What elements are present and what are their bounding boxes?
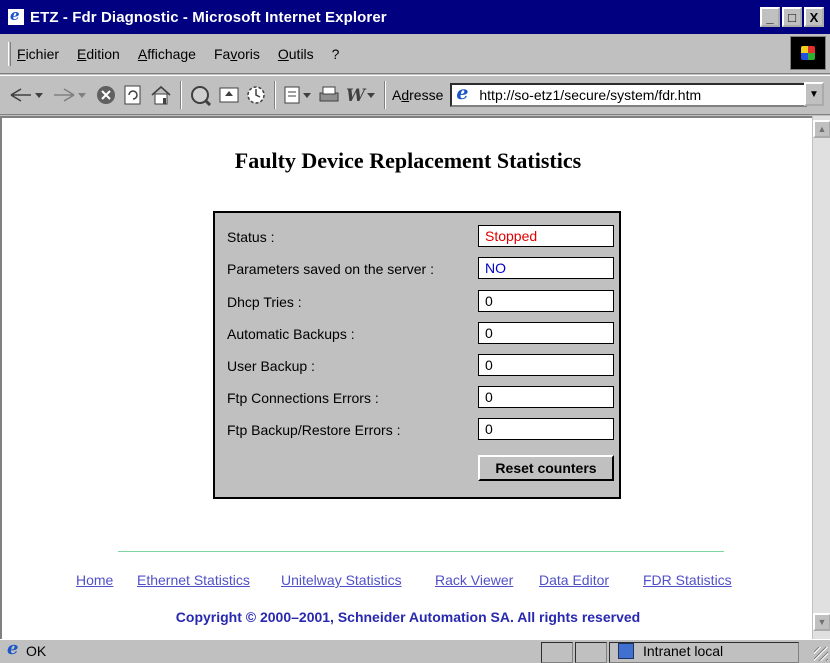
home-icon[interactable] (148, 82, 174, 108)
page-icon (455, 82, 473, 104)
menu-edition[interactable]: Edition (77, 46, 120, 62)
toolbar-separator (274, 81, 276, 109)
url-text: http://so-etz1/secure/system/fdr.htm (479, 87, 702, 103)
scroll-up-icon[interactable]: ▲ (813, 120, 830, 138)
field-label: User Backup : (227, 358, 315, 374)
field-row-automatic: Automatic Backups : 0 (227, 322, 617, 346)
print-icon[interactable] (317, 82, 341, 108)
field-row-ftp-backup: Ftp Backup/Restore Errors : 0 (227, 418, 617, 442)
reset-counters-button[interactable]: Reset counters (478, 455, 614, 481)
menu-grip (8, 41, 11, 66)
automatic-backups-value: 0 (478, 322, 614, 344)
status-bar: OK Intranet local (0, 638, 830, 663)
toolbar-separator (384, 81, 386, 109)
menu-outils[interactable]: Outils (278, 46, 314, 62)
field-label: Parameters saved on the server : (227, 261, 434, 277)
mail-icon[interactable] (282, 82, 314, 108)
user-backup-value: 0 (478, 354, 614, 376)
menu-favoris[interactable]: Favoris (214, 46, 260, 62)
link-unitelway-statistics[interactable]: Unitelway Statistics (281, 572, 402, 588)
field-label: Ftp Connections Errors : (227, 390, 379, 406)
back-icon[interactable] (8, 82, 48, 108)
menu-help[interactable]: ? (332, 46, 340, 62)
menu-affichage[interactable]: Affichage (138, 46, 196, 62)
history-icon[interactable] (244, 82, 268, 108)
status-pane (541, 642, 573, 663)
refresh-icon[interactable] (121, 82, 145, 108)
parameters-value: NO (478, 257, 614, 279)
resize-grip-icon[interactable] (814, 647, 828, 661)
link-fdr-statistics[interactable]: FDR Statistics (643, 572, 732, 588)
field-row-status: Status : Stopped (227, 225, 617, 249)
field-label: Ftp Backup/Restore Errors : (227, 422, 401, 438)
edit-word-icon[interactable]: W (344, 82, 378, 108)
stop-icon[interactable] (94, 82, 118, 108)
field-label: Dhcp Tries : (227, 294, 302, 310)
field-row-ftp-connections: Ftp Connections Errors : 0 (227, 386, 617, 410)
field-label: Automatic Backups : (227, 326, 355, 342)
link-ethernet-statistics[interactable]: Ethernet Statistics (137, 572, 250, 588)
search-icon[interactable] (188, 82, 214, 108)
toolbar: W Adresse http://so-etz1/secure/system/f… (0, 75, 830, 115)
link-data-editor[interactable]: Data Editor (539, 572, 609, 588)
copyright-text: Copyright © 2000–2001, Schneider Automat… (175, 609, 641, 625)
toolbar-separator (180, 81, 182, 109)
zone-text: Intranet local (643, 643, 724, 659)
status-text: OK (26, 643, 47, 659)
favorites-icon[interactable] (217, 82, 241, 108)
separator-line (118, 551, 724, 552)
status-value: Stopped (478, 225, 614, 247)
dhcp-tries-value: 0 (478, 290, 614, 312)
address-label: Adresse (392, 87, 444, 103)
status-pane (575, 642, 607, 663)
ftp-connections-errors-value: 0 (478, 386, 614, 408)
address-dropdown-icon[interactable]: ▼ (804, 82, 824, 106)
ftp-backup-restore-errors-value: 0 (478, 418, 614, 440)
field-row-parameters: Parameters saved on the server : NO (227, 257, 617, 281)
page-status-icon (6, 638, 22, 660)
field-label: Status : (227, 229, 275, 245)
page-content: Faulty Device Replacement Statistics Sta… (0, 116, 812, 639)
maximize-button[interactable]: □ (782, 7, 802, 27)
statistics-panel: Status : Stopped Parameters saved on the… (213, 211, 621, 499)
close-button[interactable]: X (804, 7, 824, 27)
window-title: ETZ - Fdr Diagnostic - Microsoft Interne… (30, 8, 387, 26)
title-bar: ETZ - Fdr Diagnostic - Microsoft Interne… (0, 0, 830, 34)
window-controls: _ □ X (760, 7, 824, 27)
page-title: Faulty Device Replacement Statistics (234, 148, 582, 173)
windows-logo-icon (790, 36, 826, 70)
svg-text:W: W (346, 86, 367, 106)
address-input[interactable]: http://so-etz1/secure/system/fdr.htm (450, 82, 808, 107)
minimize-button[interactable]: _ (760, 7, 780, 27)
menu-bar: Fichier Edition Affichage Favoris Outils… (0, 34, 830, 74)
vertical-scrollbar[interactable]: ▲ ▼ (812, 116, 830, 639)
link-home[interactable]: Home (76, 572, 113, 588)
ie-logo-icon (8, 6, 24, 25)
scroll-down-icon[interactable]: ▼ (813, 613, 830, 631)
field-row-user-backup: User Backup : 0 (227, 354, 617, 378)
link-rack-viewer[interactable]: Rack Viewer (435, 572, 513, 588)
forward-icon[interactable] (51, 82, 91, 108)
field-row-dhcp: Dhcp Tries : 0 (227, 290, 617, 314)
menu-fichier[interactable]: Fichier (17, 46, 59, 62)
intranet-zone-icon (618, 643, 634, 659)
